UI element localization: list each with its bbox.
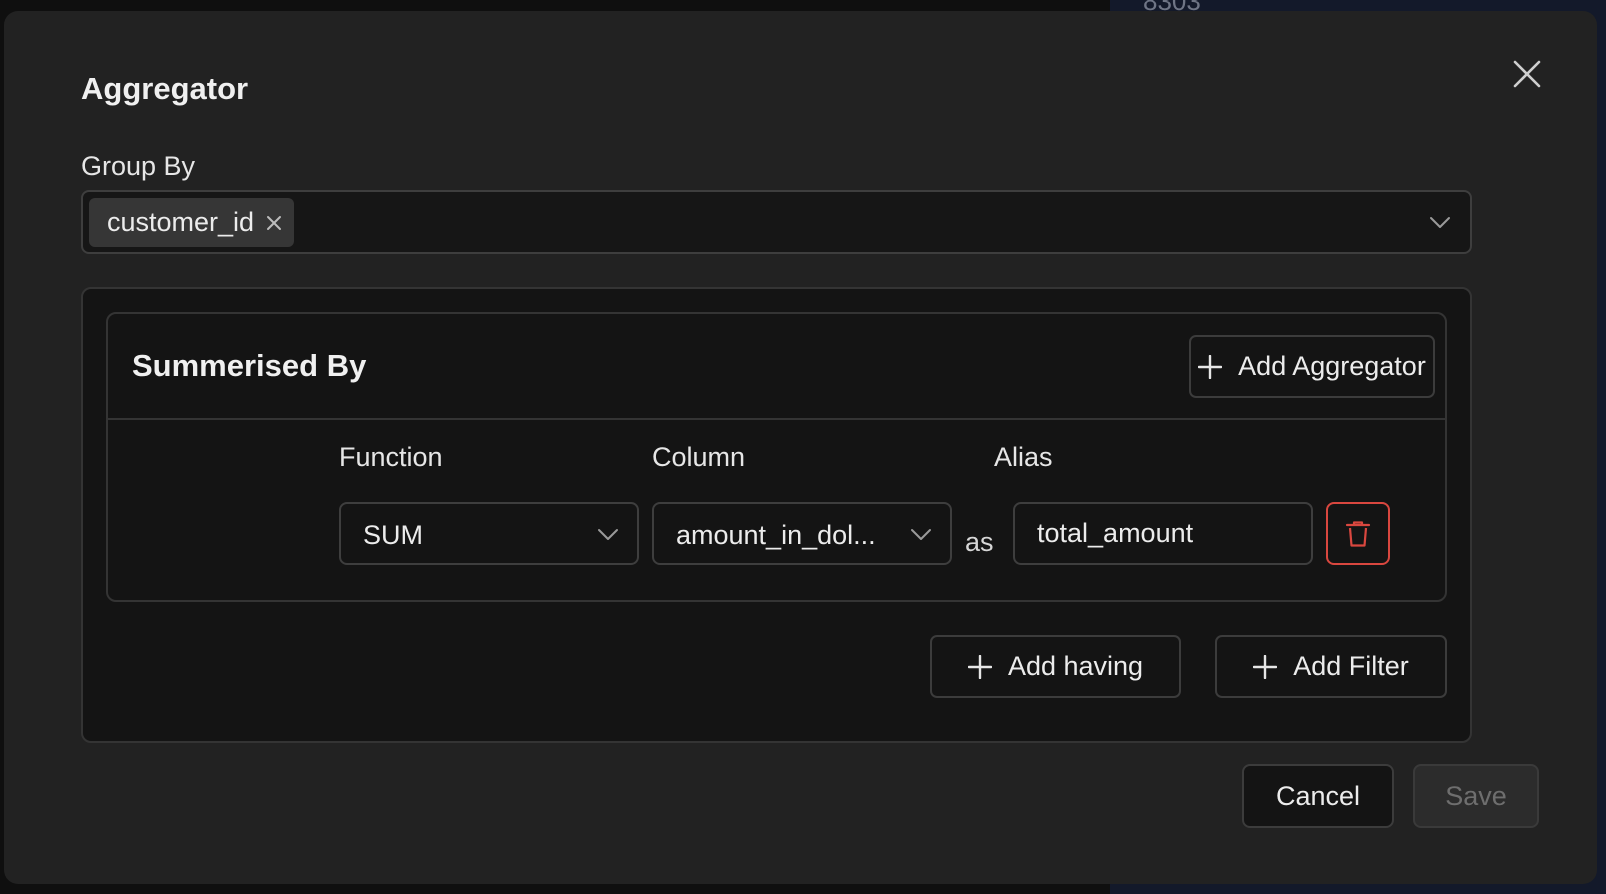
column-column-label: Column bbox=[652, 442, 746, 472]
add-aggregator-button[interactable]: Add Aggregator bbox=[1189, 335, 1435, 398]
aggregator-modal: Aggregator Group By customer_id Summeris… bbox=[4, 11, 1597, 884]
close-button[interactable] bbox=[1507, 54, 1547, 94]
close-icon bbox=[1513, 60, 1541, 88]
close-icon bbox=[267, 215, 282, 230]
function-column-label: Function bbox=[339, 442, 443, 472]
delete-aggregator-button[interactable] bbox=[1326, 502, 1390, 565]
plus-icon bbox=[967, 654, 992, 679]
alias-column-label: Alias bbox=[994, 442, 1053, 472]
function-select[interactable]: SUM bbox=[339, 502, 639, 565]
as-keyword: as bbox=[965, 527, 994, 557]
modal-title: Aggregator bbox=[81, 71, 249, 106]
function-select-value: SUM bbox=[363, 520, 423, 550]
add-filter-label: Add Filter bbox=[1293, 651, 1409, 681]
plus-icon bbox=[1198, 354, 1223, 379]
group-by-tag: customer_id bbox=[89, 198, 295, 247]
group-by-label: Group By bbox=[81, 151, 196, 181]
add-aggregator-label: Add Aggregator bbox=[1238, 351, 1426, 381]
summarised-by-title: Summerised By bbox=[132, 348, 367, 383]
alias-input[interactable] bbox=[1013, 502, 1313, 565]
group-by-select[interactable]: customer_id bbox=[81, 190, 1472, 254]
column-select[interactable]: amount_in_dol... bbox=[652, 502, 952, 565]
column-select-value: amount_in_dol... bbox=[676, 520, 876, 550]
add-filter-button[interactable]: Add Filter bbox=[1215, 635, 1447, 698]
trash-icon bbox=[1345, 520, 1371, 547]
aggregation-section: Summerised By Add Aggregator Function Co… bbox=[81, 287, 1472, 743]
summarised-by-card: Summerised By Add Aggregator Function Co… bbox=[106, 312, 1447, 602]
add-having-button[interactable]: Add having bbox=[930, 635, 1181, 698]
tag-remove-button[interactable] bbox=[264, 213, 284, 233]
chevron-down-icon bbox=[911, 529, 931, 540]
summarised-by-header: Summerised By Add Aggregator bbox=[108, 314, 1445, 420]
plus-icon bbox=[1253, 654, 1278, 679]
save-button[interactable]: Save bbox=[1413, 764, 1539, 828]
add-having-label: Add having bbox=[1007, 651, 1144, 681]
chevron-down-icon bbox=[598, 529, 618, 540]
chevron-down-icon bbox=[1430, 217, 1450, 228]
group-by-tag-label: customer_id bbox=[107, 207, 255, 237]
cancel-button[interactable]: Cancel bbox=[1242, 764, 1394, 828]
